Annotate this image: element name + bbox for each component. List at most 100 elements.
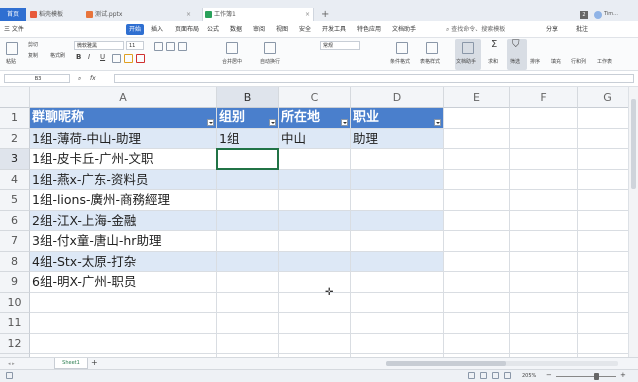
table-cell[interactable]: 1组-lions-廣州-商務經理 (30, 190, 217, 211)
table-cell[interactable] (279, 190, 351, 211)
new-tab-button[interactable]: + (321, 8, 329, 21)
reading-view-icon[interactable] (504, 372, 511, 379)
row-col-button[interactable]: 行和列 (571, 58, 586, 66)
avatar[interactable] (594, 11, 602, 19)
share-button[interactable]: 分享 (546, 24, 558, 35)
search-command[interactable]: ⌕ 查找命令、搜索模板 (446, 24, 505, 35)
fill-color-icon[interactable] (124, 54, 133, 63)
macro-icon[interactable] (6, 372, 13, 379)
table-cell[interactable] (578, 149, 628, 170)
table-cell[interactable] (510, 169, 578, 190)
menu-dev-tools[interactable]: 开发工具 (322, 24, 346, 35)
filter-dropdown-icon[interactable] (269, 118, 276, 126)
row-header[interactable]: 1 (0, 108, 30, 129)
filter-button[interactable]: ⛉ 筛选 (507, 39, 527, 70)
table-cell[interactable] (279, 272, 351, 293)
worksheet-button[interactable]: 工作表 (597, 58, 612, 66)
column-header-d[interactable]: D (351, 87, 444, 108)
menu-page-layout[interactable]: 页面布局 (175, 24, 199, 35)
table-cell[interactable] (510, 210, 578, 231)
paste-icon[interactable] (6, 42, 18, 55)
table-cell[interactable] (217, 231, 279, 252)
conditional-format-button[interactable]: 条件格式 (390, 58, 410, 66)
table-cell[interactable] (279, 251, 351, 272)
merge-center-button[interactable]: 合并居中 (222, 58, 242, 66)
table-cell[interactable] (351, 210, 444, 231)
table-cell[interactable] (578, 190, 628, 211)
row-header[interactable]: 11 (0, 313, 30, 334)
column-header-b[interactable]: B (217, 87, 279, 108)
comment-button[interactable]: 批注 (576, 24, 588, 35)
sum-icon[interactable]: Σ (491, 40, 497, 50)
fill-button[interactable]: 填充 (551, 58, 561, 66)
table-cell[interactable] (444, 333, 510, 354)
table-cell[interactable] (578, 108, 628, 129)
table-header-cell[interactable]: 职业 (351, 108, 444, 129)
table-cell[interactable] (510, 190, 578, 211)
font-name-select[interactable]: 微软雅黑 (74, 41, 124, 50)
table-cell[interactable] (217, 313, 279, 334)
table-cell[interactable] (578, 231, 628, 252)
table-cell[interactable] (510, 128, 578, 149)
table-cell[interactable] (510, 108, 578, 129)
table-cell[interactable] (444, 128, 510, 149)
table-cell[interactable] (510, 149, 578, 170)
italic-button[interactable]: I (88, 53, 90, 61)
table-cell[interactable]: 2组-江X-上海-金融 (30, 210, 217, 231)
menu-view[interactable]: 视图 (276, 24, 288, 35)
user-name[interactable]: Tim... (604, 8, 618, 21)
zoom-in-button[interactable]: + (620, 371, 626, 379)
row-header[interactable]: 10 (0, 292, 30, 313)
table-cell[interactable] (351, 292, 444, 313)
table-cell[interactable] (351, 272, 444, 293)
align-center-icon[interactable] (166, 42, 175, 51)
table-cell[interactable] (217, 292, 279, 313)
table-cell[interactable] (444, 272, 510, 293)
zoom-formula-icon[interactable]: ⌕ (78, 75, 81, 83)
sort-button[interactable]: 排序 (530, 58, 540, 66)
table-cell[interactable] (444, 190, 510, 211)
table-cell[interactable]: 助理 (351, 128, 444, 149)
row-header[interactable]: 6 (0, 210, 30, 231)
sheet-tab-sheet1[interactable]: Sheet1 (54, 358, 88, 369)
table-cell[interactable] (279, 313, 351, 334)
table-cell[interactable]: 1组-皮卡丘-广州-文职 (30, 149, 217, 170)
tab-home[interactable]: 首页 (0, 8, 26, 21)
table-cell[interactable] (578, 293, 628, 313)
table-cell[interactable] (351, 251, 444, 272)
table-cell[interactable] (444, 292, 510, 313)
table-cell[interactable] (351, 190, 444, 211)
column-header-c[interactable]: C (279, 87, 351, 108)
row-header[interactable]: 8 (0, 251, 30, 272)
tab-doc-workbook[interactable]: 工作簿1 × (202, 8, 314, 21)
table-header-cell[interactable]: 组别 (217, 108, 279, 129)
conditional-format-icon[interactable] (396, 42, 408, 54)
row-header[interactable]: 3 (0, 149, 30, 170)
table-cell[interactable] (578, 170, 628, 190)
cut-button[interactable]: 剪切 (28, 41, 38, 49)
table-cell[interactable] (217, 333, 279, 354)
menu-special-apps[interactable]: 特色应用 (357, 24, 381, 35)
bold-button[interactable]: B (76, 53, 81, 61)
table-cell[interactable]: 中山 (279, 128, 351, 149)
normal-view-icon[interactable] (468, 372, 475, 379)
table-cell[interactable] (444, 251, 510, 272)
table-cell[interactable] (444, 231, 510, 252)
table-cell[interactable] (578, 313, 628, 334)
table-cell[interactable]: 6组-明X-广州-职员 (30, 272, 217, 293)
menu-formula[interactable]: 公式 (207, 24, 219, 35)
table-cell[interactable] (351, 313, 444, 334)
zoom-slider[interactable] (556, 373, 616, 380)
merge-icon[interactable] (226, 42, 238, 54)
select-all-corner[interactable] (0, 87, 30, 108)
zoom-out-button[interactable]: − (546, 371, 552, 379)
tab-doc-pptx[interactable]: 测试.pptx × (84, 8, 194, 21)
menu-start[interactable]: 开始 (126, 24, 144, 35)
menu-file[interactable]: 三 文件 (4, 24, 24, 35)
formula-input[interactable] (114, 74, 634, 83)
table-cell[interactable]: 4组-Stx-太原-打杂 (30, 251, 217, 272)
table-cell[interactable] (578, 334, 628, 354)
table-cell[interactable] (351, 231, 444, 252)
row-header[interactable]: 5 (0, 190, 30, 211)
row-header[interactable]: 7 (0, 231, 30, 252)
